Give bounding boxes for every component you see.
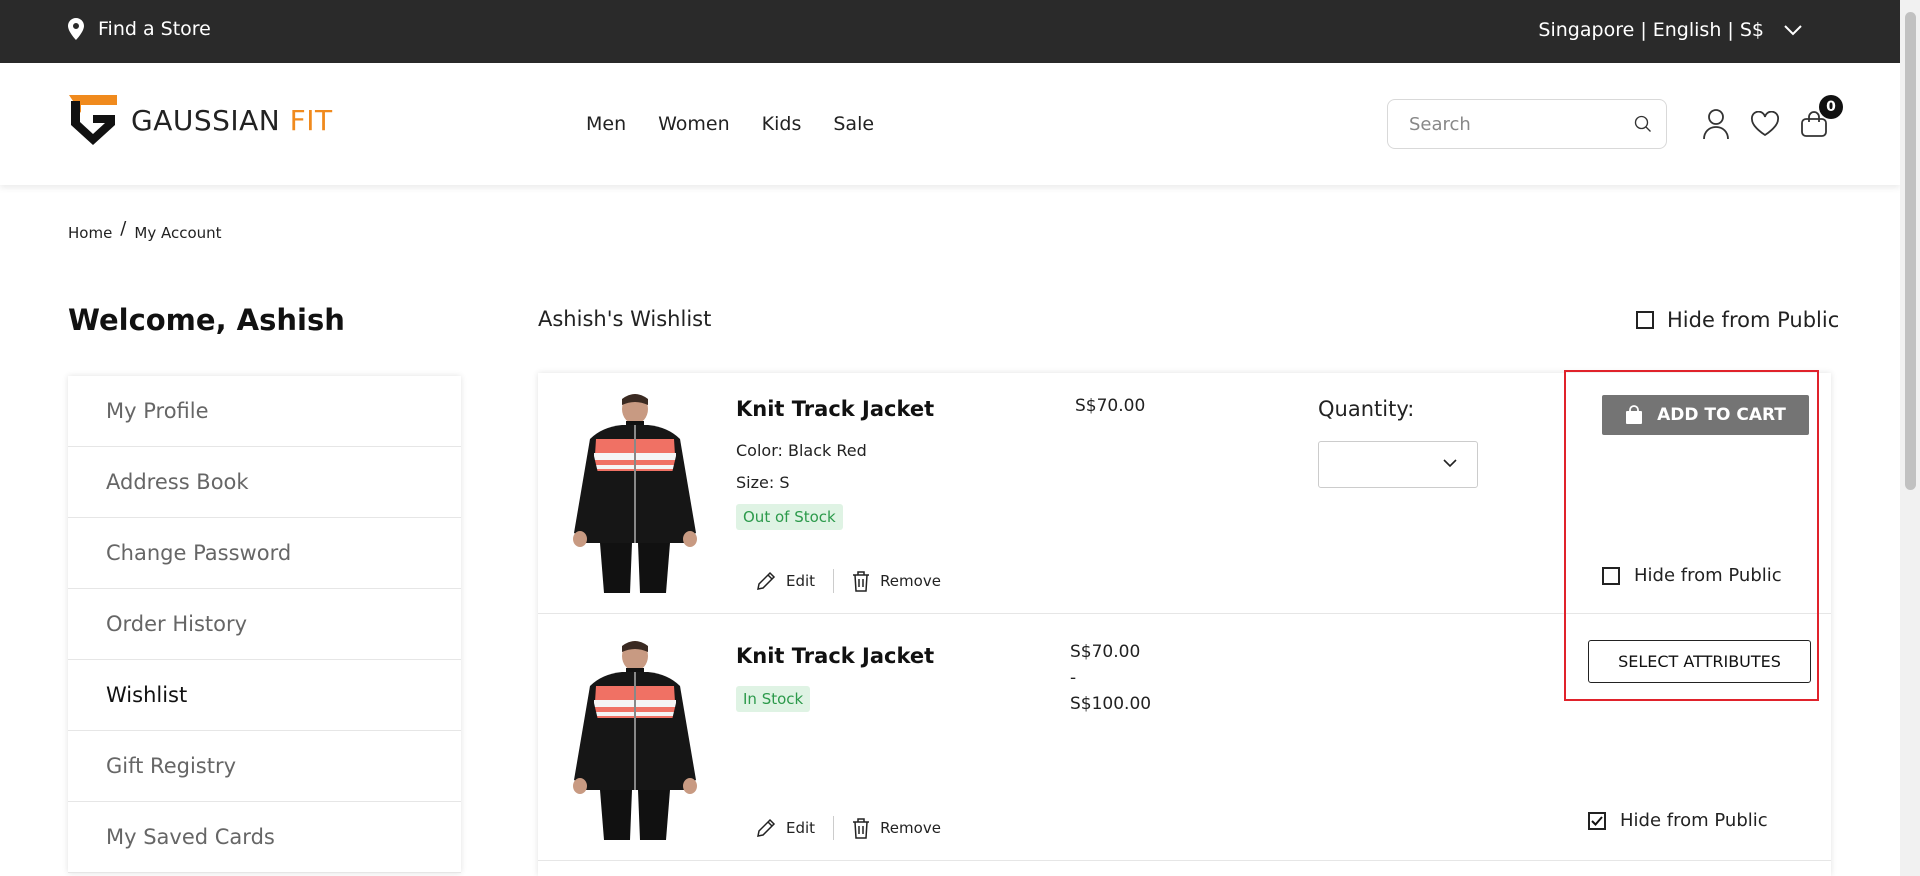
- wishlist-items: Knit Track Jacket Color: Black Red Size:…: [538, 373, 1831, 876]
- trash-icon: [853, 571, 870, 592]
- account-sidebar: My Profile Address Book Change Password …: [68, 376, 461, 873]
- checkbox[interactable]: [1588, 811, 1606, 830]
- action-divider: [833, 569, 835, 593]
- sidebar-item-my-profile[interactable]: My Profile: [68, 376, 461, 447]
- scrollbar-thumb[interactable]: [1905, 12, 1916, 490]
- product-size: Size: S: [736, 473, 790, 492]
- brand-logo[interactable]: GAUSSIAN FIT: [67, 93, 333, 147]
- map-pin-icon: [68, 18, 84, 40]
- edit-button[interactable]: Edit: [756, 571, 815, 591]
- chevron-down-icon: [1784, 24, 1802, 35]
- pencil-icon: [757, 818, 776, 837]
- item-hide-from-public-toggle[interactable]: Hide from Public: [1588, 810, 1768, 831]
- edit-button[interactable]: Edit: [756, 818, 815, 838]
- breadcrumb-current: My Account: [134, 224, 222, 242]
- action-divider: [833, 816, 835, 840]
- sidebar-item-saved-cards[interactable]: My Saved Cards: [68, 802, 461, 873]
- cart-count-badge: 0: [1819, 95, 1843, 119]
- stock-status-badge: In Stock: [736, 686, 811, 712]
- site-header: GAUSSIAN FIT Men Women Kids Sale 0: [0, 63, 1900, 185]
- remove-button[interactable]: Remove: [852, 817, 941, 839]
- add-to-cart-button[interactable]: ADD TO CART: [1602, 395, 1809, 435]
- select-attributes-button[interactable]: SELECT ATTRIBUTES: [1588, 640, 1811, 683]
- edit-label: Edit: [786, 572, 816, 590]
- item-hide-from-public-toggle[interactable]: Hide from Public: [1602, 565, 1782, 586]
- nav-item-men[interactable]: Men: [586, 113, 626, 135]
- product-price-max: S$100.00: [1070, 694, 1152, 714]
- breadcrumb-home[interactable]: Home: [68, 224, 112, 242]
- product-price-min: S$70.00: [1070, 642, 1141, 662]
- main-nav: Men Women Kids Sale: [586, 113, 874, 135]
- trash-icon: [853, 818, 870, 839]
- chevron-down-icon: [1443, 459, 1457, 468]
- sidebar-item-address-book[interactable]: Address Book: [68, 447, 461, 518]
- wishlist-item: Knit Track Jacket In Stock S$70.00 - S$1…: [538, 614, 1831, 861]
- price-range-separator: -: [1070, 668, 1077, 688]
- page-title: Welcome, Ashish: [68, 303, 345, 337]
- product-color: Color: Black Red: [736, 441, 867, 460]
- bag-icon: [1626, 405, 1643, 424]
- breadcrumb: Home / My Account: [68, 218, 222, 242]
- breadcrumb-separator: /: [120, 218, 127, 239]
- locale-label: Singapore | English | S$: [1538, 19, 1764, 41]
- checkbox[interactable]: [1636, 311, 1654, 329]
- item-actions: Edit Remove: [756, 816, 941, 840]
- sidebar-item-gift-registry[interactable]: Gift Registry: [68, 731, 461, 802]
- checkbox[interactable]: [1602, 566, 1620, 585]
- stock-status-badge: Out of Stock: [736, 504, 843, 530]
- find-store-label: Find a Store: [98, 18, 211, 40]
- product-name[interactable]: Knit Track Jacket: [736, 397, 934, 421]
- hide-from-public-label: Hide from Public: [1667, 308, 1840, 332]
- nav-item-kids[interactable]: Kids: [762, 113, 802, 135]
- remove-button[interactable]: Remove: [852, 570, 941, 592]
- remove-label: Remove: [880, 572, 941, 590]
- search-box: [1387, 99, 1667, 149]
- product-name[interactable]: Knit Track Jacket: [736, 644, 934, 668]
- scrollbar[interactable]: [1900, 0, 1920, 876]
- product-image[interactable]: [560, 393, 710, 593]
- pencil-icon: [757, 571, 776, 590]
- quantity-label: Quantity:: [1318, 397, 1415, 421]
- sidebar-item-wishlist[interactable]: Wishlist: [68, 660, 461, 731]
- search-icon[interactable]: [1634, 112, 1652, 136]
- product-image[interactable]: [560, 640, 710, 840]
- sidebar-item-change-password[interactable]: Change Password: [68, 518, 461, 589]
- product-price: S$70.00: [1075, 396, 1146, 416]
- add-to-cart-label: ADD TO CART: [1657, 405, 1786, 425]
- wishlist-item: Knit Track Jacket Color: Black Red Size:…: [538, 373, 1831, 614]
- hide-from-public-label: Hide from Public: [1620, 810, 1768, 831]
- nav-item-sale[interactable]: Sale: [833, 113, 874, 135]
- heart-icon[interactable]: [1750, 111, 1780, 137]
- quantity-select[interactable]: [1318, 441, 1478, 488]
- logo-word-1: GAUSSIAN: [131, 103, 281, 137]
- user-icon[interactable]: [1703, 109, 1729, 139]
- edit-label: Edit: [786, 819, 816, 837]
- remove-label: Remove: [880, 819, 941, 837]
- wishlist-hide-from-public-toggle[interactable]: Hide from Public: [1636, 308, 1839, 332]
- search-input[interactable]: [1409, 113, 1634, 135]
- logo-mark-icon: [69, 95, 117, 145]
- wishlist-title: Ashish's Wishlist: [538, 307, 712, 331]
- find-store-link[interactable]: Find a Store: [68, 18, 211, 40]
- locale-selector[interactable]: Singapore | English | S$: [1538, 19, 1802, 41]
- sidebar-item-order-history[interactable]: Order History: [68, 589, 461, 660]
- item-actions: Edit Remove: [756, 569, 941, 593]
- top-bar: Find a Store Singapore | English | S$: [0, 0, 1900, 63]
- checkmark-icon: [1591, 815, 1603, 826]
- logo-word-2: FIT: [289, 103, 333, 137]
- nav-item-women[interactable]: Women: [658, 113, 730, 135]
- hide-from-public-label: Hide from Public: [1634, 565, 1782, 586]
- logo-wordmark: GAUSSIAN FIT: [131, 104, 333, 137]
